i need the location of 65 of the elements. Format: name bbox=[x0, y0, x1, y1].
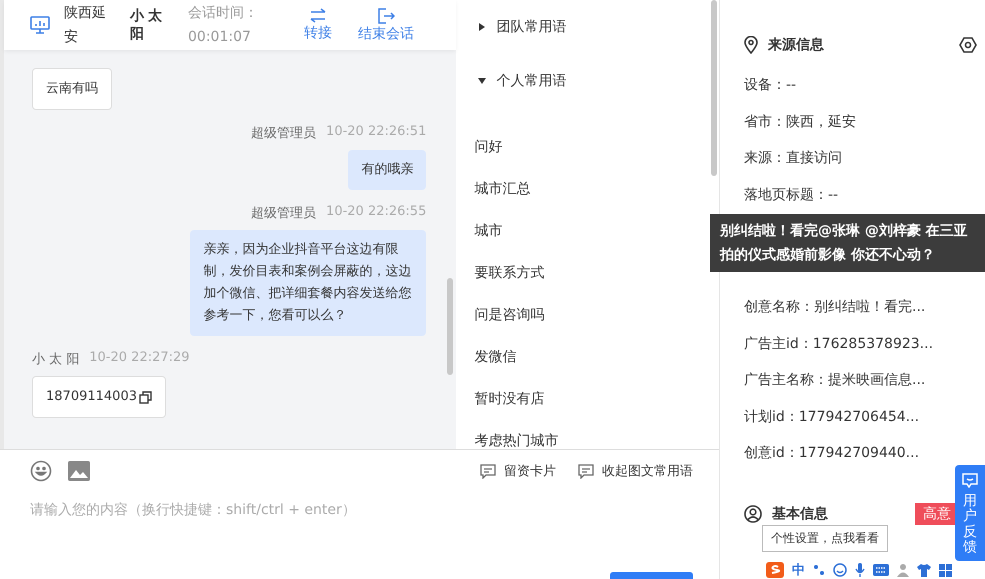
info-row-text: 创意名称：别纠结啦！看完... bbox=[744, 298, 926, 317]
smiley-icon[interactable] bbox=[30, 460, 52, 482]
transfer-button[interactable]: 转接 bbox=[304, 8, 332, 42]
info-row-text: 创意id：177942709440... bbox=[744, 444, 920, 463]
microphone-icon[interactable] bbox=[855, 563, 865, 577]
phrase-item[interactable]: 发微信 bbox=[474, 336, 516, 378]
shirt-icon[interactable] bbox=[917, 564, 931, 576]
phrase-group[interactable]: 团队常用语 bbox=[474, 18, 566, 36]
ime-logo-icon[interactable] bbox=[766, 562, 784, 578]
toolbar-button[interactable]: 留资卡片 bbox=[480, 462, 556, 480]
phrase-group[interactable]: 个人常用语 bbox=[474, 72, 566, 90]
info-row-text: 计划id：177942706454... bbox=[744, 408, 920, 426]
smiley-icon[interactable] bbox=[833, 563, 847, 577]
message-input[interactable]: 请输入您的内容（换行快捷键：shift/ctrl + enter） bbox=[30, 502, 693, 518]
grid-icon[interactable] bbox=[939, 564, 952, 576]
sender-name: 超级管理员 bbox=[251, 205, 316, 222]
message-bubble: 亲亲，因为企业抖音平台这边有限制，发价目表和案例会屏蔽的，这边加个微信、把详细套餐内容发送给您参考一下，您看可以么？ bbox=[190, 230, 426, 336]
info-row-text: 省市：陕西，延安 bbox=[744, 112, 857, 132]
phrase-item[interactable]: 考虑热门城市 bbox=[474, 420, 558, 449]
message-icon bbox=[480, 464, 496, 478]
punctuation-icon[interactable] bbox=[813, 564, 825, 576]
info-row-text: 落地页标题：-- bbox=[744, 186, 840, 204]
duration-label: 会话时间： bbox=[188, 4, 259, 23]
phrase-item[interactable]: 城市汇总 bbox=[474, 168, 530, 210]
message-time: 10-20 22:26:55 bbox=[326, 204, 426, 221]
message-bubble: 18709114003 bbox=[32, 376, 166, 418]
message-bubble: 有的哦亲 bbox=[348, 150, 426, 190]
info-row-text: 来源：直接访问 bbox=[744, 149, 843, 168]
phrase-item[interactable]: 问是咨询吗 bbox=[474, 294, 544, 336]
settings-icon[interactable] bbox=[959, 37, 977, 53]
message-time: 10-20 22:26:51 bbox=[326, 124, 426, 141]
section-title: 来源信息 bbox=[768, 36, 824, 54]
sender-name: 超级管理员 bbox=[251, 125, 316, 142]
copy-icon[interactable] bbox=[138, 390, 152, 404]
location-text: 陕西延安 bbox=[64, 4, 107, 47]
toolbar-button[interactable]: 收起图文常用语 bbox=[578, 462, 693, 480]
keyboard-icon[interactable] bbox=[873, 564, 889, 576]
info-row-text: 设备：-- bbox=[744, 76, 798, 95]
message-time: 10-20 22:27:29 bbox=[89, 350, 190, 367]
sender-name: 小 太 阳 bbox=[32, 351, 80, 368]
title-tooltip: 别纠结啦！看完@张琳 @刘梓豪 在三亚拍的仪式感婚前影像 你还不心动？ bbox=[710, 214, 985, 272]
location-pin-icon bbox=[744, 36, 758, 54]
caret-right-icon bbox=[478, 23, 486, 31]
message-icon bbox=[578, 464, 594, 478]
image-icon[interactable] bbox=[68, 461, 90, 481]
section-title: 基本信息 bbox=[772, 504, 828, 522]
phrase-item[interactable]: 要联系方式 bbox=[474, 252, 544, 294]
feedback-button[interactable]: 用户反馈 bbox=[955, 465, 985, 561]
settings-tooltip: 个性设置，点我看看 bbox=[762, 525, 888, 552]
phrase-item[interactable]: 城市 bbox=[474, 210, 502, 252]
message-bubble: 云南有吗 bbox=[32, 68, 112, 110]
info-row-text: 广告主id：176285378923... bbox=[744, 334, 934, 354]
end-session-button[interactable]: 结束会话 bbox=[358, 7, 414, 43]
chat-bubble-icon bbox=[962, 473, 978, 488]
phrase-item[interactable]: 暂时没有店 bbox=[474, 378, 544, 420]
swap-arrows-icon bbox=[309, 8, 327, 24]
duration-value: 00:01:07 bbox=[188, 28, 252, 47]
input-mode-toggle[interactable]: 中 bbox=[792, 561, 805, 579]
exit-icon bbox=[377, 7, 395, 25]
caret-down-icon bbox=[478, 77, 486, 85]
user-circle-icon bbox=[744, 504, 762, 522]
phrase-item[interactable]: 问好 bbox=[474, 126, 502, 168]
info-row-text: 广告主名称：提米映画信息... bbox=[744, 371, 926, 390]
monitor-icon bbox=[30, 16, 50, 34]
customer-name: 小太阳 bbox=[130, 7, 167, 43]
